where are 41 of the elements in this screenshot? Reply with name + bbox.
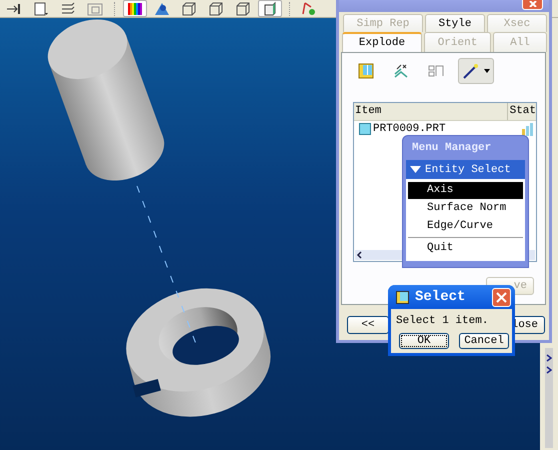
caret-icon	[484, 69, 490, 73]
position-tool-button[interactable]	[458, 58, 494, 84]
menu-item[interactable]: Surface Norm	[408, 200, 523, 217]
menu-section-header[interactable]: Entity Select	[406, 160, 525, 179]
menu-item[interactable]: Quit	[408, 240, 523, 257]
cancel-button[interactable]: Cancel	[459, 333, 509, 349]
close-icon	[496, 292, 507, 303]
close-button[interactable]	[492, 288, 511, 307]
menu-item[interactable]: Axis	[408, 182, 523, 199]
datum-icon	[302, 0, 318, 16]
explode-icon	[392, 62, 410, 80]
list-item[interactable]: PRT0009.PRT	[373, 123, 515, 135]
part-icon	[359, 123, 371, 135]
frame-icon	[87, 0, 103, 16]
window-title: Menu Manager	[411, 141, 492, 156]
cube-icon	[181, 0, 197, 16]
ok-button[interactable]: OK	[399, 333, 449, 349]
tab[interactable]: Explode	[342, 32, 422, 52]
column-header[interactable]: Stat	[508, 103, 536, 120]
color-tool-button[interactable]	[123, 0, 147, 17]
triangle-icon	[154, 0, 170, 16]
cube-icon	[208, 0, 224, 16]
view-icon	[357, 62, 375, 80]
menu-item[interactable]: Edge/Curve	[408, 218, 523, 235]
expand-triangle-icon	[410, 166, 421, 173]
status-icon	[521, 122, 535, 136]
layers-icon	[60, 0, 76, 16]
shaded-cube-icon	[262, 0, 278, 16]
tab[interactable]: Style	[425, 14, 485, 32]
window-icon	[396, 290, 409, 304]
cube-icon	[235, 0, 251, 16]
window-title: Select	[415, 289, 466, 305]
close-button[interactable]	[522, 0, 543, 10]
rainbow-icon	[127, 0, 143, 16]
dialog-message: Select 1 item.	[396, 315, 490, 329]
back-button[interactable]: <<	[347, 316, 389, 334]
shading-tool-button[interactable]	[258, 0, 282, 17]
column-header[interactable]: Item	[354, 103, 508, 120]
new-page-icon	[33, 0, 49, 16]
close-icon	[528, 0, 538, 6]
wand-icon	[462, 62, 480, 80]
